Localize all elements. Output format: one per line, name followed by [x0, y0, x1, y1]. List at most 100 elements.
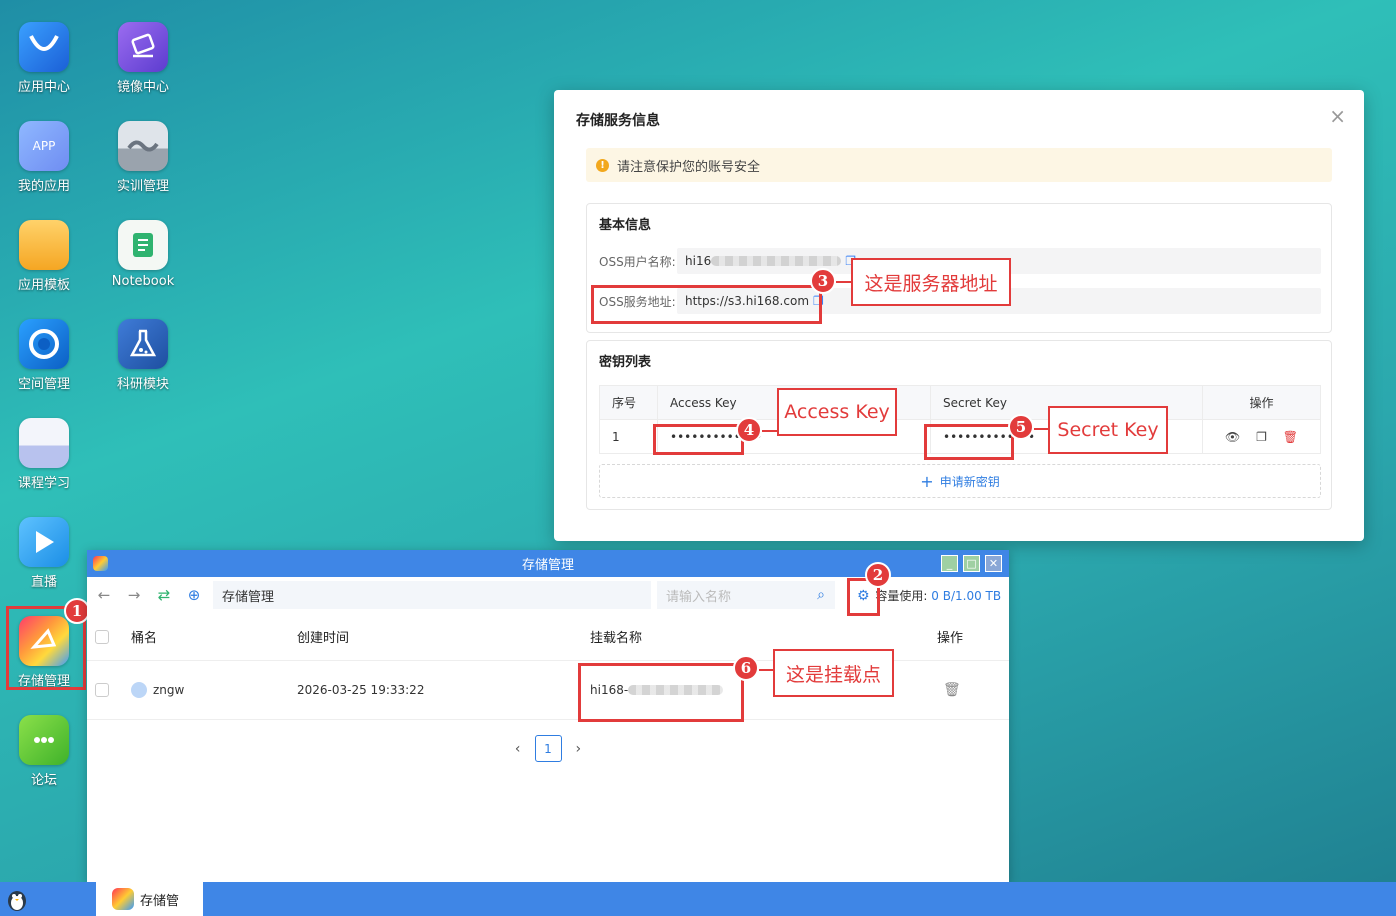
desktop-icon-course[interactable]: 课程学习: [4, 418, 84, 491]
refresh-icon[interactable]: ⇄: [149, 586, 179, 604]
desktop-icon-forum[interactable]: 论坛: [4, 715, 84, 788]
maximize-button[interactable]: □: [963, 555, 980, 572]
page-current[interactable]: 1: [534, 735, 562, 762]
col-created-time: 创建时间: [297, 631, 350, 646]
desktop-icon-label: 我的应用: [17, 179, 70, 194]
annotation-badge-5: 5: [1008, 414, 1034, 440]
forward-arrow-icon[interactable]: →: [119, 586, 149, 604]
desktop-icon-research[interactable]: 科研模块: [103, 319, 183, 392]
desktop-icon-label: 课程学习: [17, 476, 70, 491]
chevron-left-icon[interactable]: ‹: [515, 741, 521, 757]
col-bucket-name: 桶名: [131, 631, 158, 646]
apply-new-key-button[interactable]: + 申请新密钥: [599, 464, 1321, 498]
desktop-icon-app-center[interactable]: 应用中心: [4, 22, 84, 95]
oss-user-label: OSS用户名称:: [599, 254, 676, 269]
col-actions: 操作: [937, 631, 964, 646]
warning-icon: !: [596, 158, 609, 172]
desktop-icon-space[interactable]: 空间管理: [4, 319, 84, 392]
pagination: ‹ 1 ›: [87, 735, 1009, 762]
capacity-value: 0 B/1.00 TB: [931, 589, 1002, 603]
key-actions: 👁 ❐ 🗑: [1202, 419, 1321, 454]
disc-icon: [118, 22, 168, 72]
close-icon[interactable]: ×: [1329, 104, 1346, 128]
callout-line: [836, 281, 852, 283]
desktop-icon-label: 论坛: [30, 773, 57, 788]
security-warning: ! 请注意保护您的账号安全: [586, 148, 1332, 182]
folder-icon: [19, 220, 69, 270]
add-circle-icon[interactable]: ⊕: [179, 586, 209, 604]
search-input[interactable]: 请输入名称 ⌕: [657, 581, 835, 609]
desktop-icon-label: Notebook: [111, 274, 175, 289]
search-placeholder: 请输入名称: [666, 589, 732, 605]
annotation-badge-3: 3: [810, 268, 836, 294]
storage-app-icon: [112, 888, 134, 910]
wave-icon: [118, 121, 168, 171]
desktop-icon-notebook[interactable]: Notebook: [103, 220, 183, 289]
app-icon: APP: [19, 121, 69, 171]
oss-user-value: hi16: [685, 254, 712, 268]
desktop-icon-label: 实训管理: [116, 179, 169, 194]
taskbar-item-label: 存储管: [140, 893, 180, 909]
callout-server-address: 这是服务器地址: [851, 258, 1011, 306]
callout-line: [1034, 428, 1049, 430]
close-button[interactable]: ✕: [985, 555, 1002, 572]
back-arrow-icon[interactable]: ←: [89, 586, 119, 604]
path-bar[interactable]: 存储管理: [213, 581, 651, 609]
select-all-checkbox[interactable]: [95, 629, 109, 644]
created-time: 2026-03-25 19:33:22: [297, 683, 425, 697]
highlight-server-address: [591, 285, 822, 324]
highlight-secret-key: [924, 424, 1014, 460]
desktop-icon-label: 应用模板: [17, 278, 70, 293]
bucket-icon: [131, 682, 147, 698]
row-checkbox[interactable]: [95, 683, 109, 697]
highlight-access-key: [653, 424, 744, 455]
penguin-icon[interactable]: [4, 886, 30, 912]
callout-line: [762, 430, 778, 432]
desktop-icon-training[interactable]: 实训管理: [103, 121, 183, 194]
chevron-right-icon[interactable]: ›: [576, 741, 582, 757]
warning-text: 请注意保护您的账号安全: [617, 159, 761, 175]
delete-icon[interactable]: 🗑: [1283, 430, 1298, 444]
space-icon: [19, 319, 69, 369]
key-index: 1: [599, 419, 658, 454]
shopping-bag-icon: [19, 22, 69, 72]
desktop-icon-label: 空间管理: [17, 377, 70, 392]
bucket-name[interactable]: zngw: [153, 683, 184, 697]
window-title: 存储管理: [521, 558, 574, 573]
desktop-icon-live[interactable]: 直播: [4, 517, 84, 590]
copy-icon[interactable]: ❐: [1256, 430, 1267, 444]
col-actions: 操作: [1202, 385, 1321, 420]
annotation-badge-4: 4: [736, 417, 762, 443]
desktop-icon-label: 应用中心: [17, 80, 70, 95]
play-icon: [19, 517, 69, 567]
taskbar: 存储管: [0, 882, 1396, 916]
desktop-icon-my-apps[interactable]: APP 我的应用: [4, 121, 84, 194]
eye-icon[interactable]: 👁: [1225, 430, 1240, 444]
plus-icon: +: [920, 471, 934, 491]
desktop-icon-label: 直播: [30, 575, 57, 590]
desktop-icon-templates[interactable]: 应用模板: [4, 220, 84, 293]
col-mount-name: 挂载名称: [590, 631, 643, 646]
annotation-badge-2: 2: [865, 562, 891, 588]
desktop-icon-image-center[interactable]: 镜像中心: [103, 22, 183, 95]
notebook-icon: [118, 220, 168, 270]
callout-access-key: Access Key: [777, 388, 897, 436]
callout-mount-point: 这是挂载点: [773, 649, 894, 697]
taskbar-item-storage[interactable]: 存储管: [96, 882, 203, 916]
annotation-badge-6: 6: [733, 655, 759, 681]
minimize-button[interactable]: _: [941, 555, 958, 572]
storage-app-icon: [93, 556, 108, 571]
chat-icon: [19, 715, 69, 765]
capacity-label: 容量使用:: [875, 589, 928, 603]
delete-icon[interactable]: 🗑: [943, 682, 961, 698]
apply-new-key-label: 申请新密钥: [939, 474, 1000, 489]
desktop-icon-label: 镜像中心: [116, 80, 169, 95]
dialog-title: 存储服务信息: [576, 113, 660, 129]
search-icon[interactable]: ⌕: [817, 587, 825, 603]
key-table-header: 序号 Access Key Secret Key 操作: [599, 385, 1321, 420]
flask-icon: [118, 319, 168, 369]
col-index: 序号: [599, 385, 658, 420]
basic-info-header: 基本信息: [599, 218, 652, 233]
redacted-text: [711, 256, 842, 266]
callout-secret-key: Secret Key: [1048, 406, 1168, 454]
